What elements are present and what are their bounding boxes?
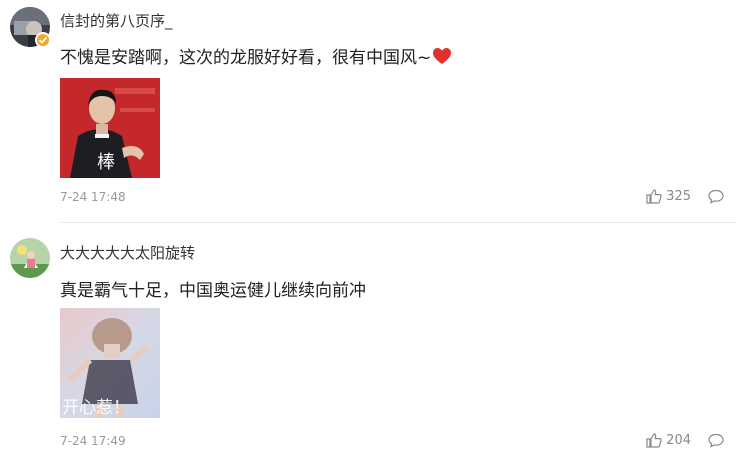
- comment-item: 信封的第八页序_ 不愧是安踏啊，这次的龙服好好看，很有中国风~ 棒 7-24 1…: [0, 0, 746, 222]
- like-count: 325: [666, 189, 691, 204]
- comment-bubble-icon: [708, 433, 724, 448]
- comment-image[interactable]: 棒: [60, 78, 160, 178]
- username[interactable]: 信封的第八页序_: [60, 10, 173, 31]
- comment-text: 真是霸气十足，中国奥运健儿继续向前冲: [60, 281, 366, 301]
- username[interactable]: 大大大大大太阳旋转: [60, 242, 195, 263]
- image-caption: 棒: [97, 152, 115, 173]
- reply-button[interactable]: [708, 433, 724, 452]
- avatar[interactable]: [10, 238, 50, 278]
- image-caption: 开心惹！: [62, 398, 130, 418]
- verified-badge-icon: [35, 32, 51, 48]
- like-button[interactable]: 325: [646, 189, 691, 204]
- heart-emoji: [433, 48, 452, 70]
- like-count: 204: [666, 433, 691, 448]
- comment-item: 大大大大大太阳旋转 真是霸气十足，中国奥运健儿继续向前冲 开心惹！ 7-24 1…: [0, 223, 746, 465]
- like-button[interactable]: 204: [646, 433, 691, 448]
- comment-timestamp: 7-24 17:49: [60, 434, 126, 448]
- thumbs-up-icon: [646, 433, 662, 448]
- comment-feed: 信封的第八页序_ 不愧是安踏啊，这次的龙服好好看，很有中国风~ 棒 7-24 1…: [0, 0, 746, 465]
- reply-button[interactable]: [708, 189, 724, 208]
- comment-text: 不愧是安踏啊，这次的龙服好好看，很有中国风~: [60, 43, 452, 70]
- comment-image[interactable]: 开心惹！: [60, 308, 160, 418]
- thumbs-up-icon: [646, 189, 662, 204]
- comment-text-content: 不愧是安踏啊，这次的龙服好好看，很有中国风~: [60, 48, 432, 68]
- comment-bubble-icon: [708, 189, 724, 204]
- comment-timestamp: 7-24 17:48: [60, 190, 126, 204]
